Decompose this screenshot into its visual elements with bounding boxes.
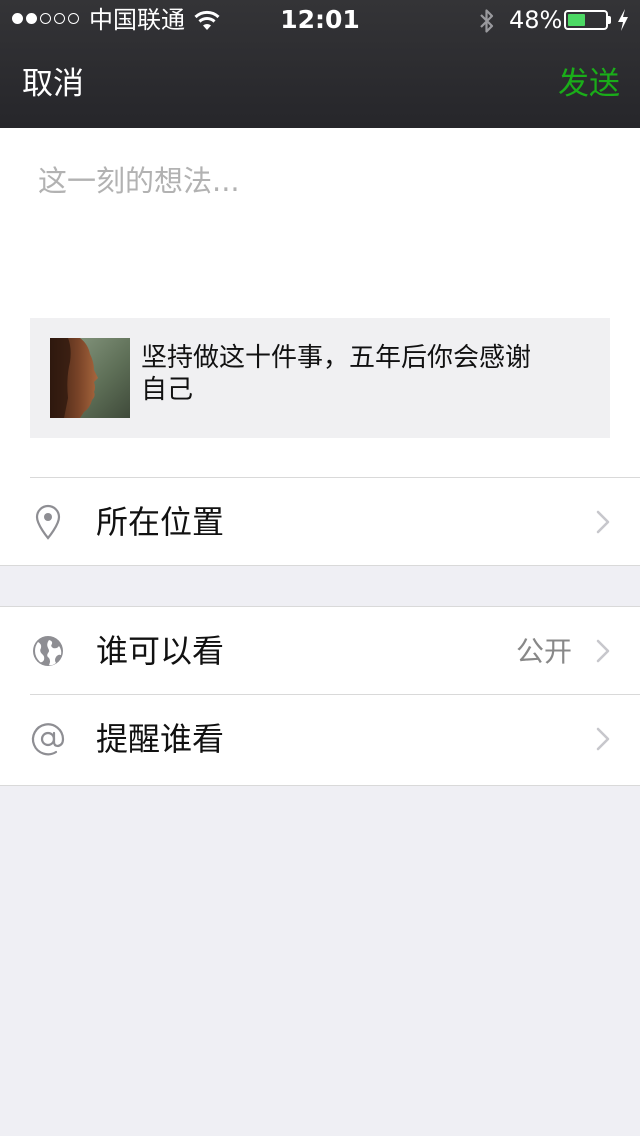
battery-level-fill: [568, 14, 585, 26]
location-label: 所在位置: [96, 503, 225, 541]
mention-label: 提醒谁看: [96, 720, 225, 758]
send-button[interactable]: 发送: [558, 66, 620, 102]
battery-terminal: [608, 16, 611, 24]
chevron-right-icon: [596, 510, 610, 534]
charging-bolt-icon: [618, 9, 628, 31]
battery-percentage: 48%: [509, 6, 563, 34]
shared-link-card[interactable]: 坚持做这十件事，五年后你会感谢自己: [30, 318, 610, 438]
location-row[interactable]: 所在位置: [0, 478, 640, 566]
navigation-bar: 取消 发送: [0, 40, 640, 128]
visibility-row[interactable]: 谁可以看 公开: [0, 607, 640, 695]
mention-row[interactable]: 提醒谁看: [0, 695, 640, 785]
top-header: 中国联通 12:01 48% 取消 发送: [0, 0, 640, 128]
at-sign-icon: [31, 723, 65, 756]
link-title: 坚持做这十件事，五年后你会感谢自己: [141, 343, 532, 405]
battery-icon: [564, 10, 608, 30]
cancel-button[interactable]: 取消: [22, 66, 84, 102]
location-pin-icon: [35, 504, 61, 540]
visibility-label: 谁可以看: [96, 632, 225, 670]
link-thumbnail: [50, 338, 130, 418]
status-bar: 中国联通 12:01 48%: [0, 0, 640, 40]
privacy-settings-group: 谁可以看 公开 提醒谁看: [0, 606, 640, 786]
visibility-value: 公开: [515, 635, 572, 668]
thought-input[interactable]: [38, 162, 598, 312]
bluetooth-icon: [480, 9, 494, 33]
divider: [0, 565, 640, 566]
globe-icon: [33, 636, 63, 666]
compose-panel: 坚持做这十件事，五年后你会感谢自己 所在位置: [0, 128, 640, 566]
chevron-right-icon: [596, 639, 610, 663]
chevron-right-icon: [596, 727, 610, 751]
buddha-statue-image: [50, 338, 130, 418]
